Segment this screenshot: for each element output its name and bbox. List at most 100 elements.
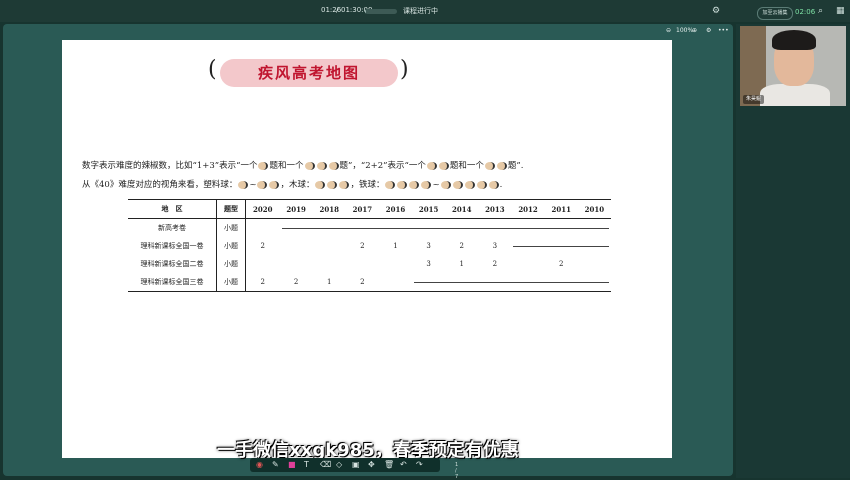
undo-icon[interactable]: ↶ [400, 460, 407, 469]
zoom-level: 100% [676, 27, 694, 34]
grid-icon[interactable]: ▦ [836, 6, 845, 16]
chili-icon [238, 180, 249, 189]
zoom-out-icon[interactable]: ⊖ [666, 27, 671, 34]
table-cell: 1 [326, 278, 332, 286]
eraser-icon[interactable]: ⌫ [320, 460, 331, 469]
chili-icon [316, 161, 327, 170]
table-header-row: 地 区 题型 2020 2019 2018 2017 2016 2015 201… [128, 199, 611, 219]
table-cell [246, 255, 280, 273]
table-cell: 3 [426, 242, 431, 250]
header-year: 2017 [352, 204, 373, 214]
table-cell [379, 273, 412, 292]
description-line-1: 数字表示难度的辣椒数，比如“1+3”表示“一个 题和一个 题”，“2+2”表示“一个… [82, 161, 524, 171]
header-year: 2019 [286, 204, 306, 214]
delete-icon[interactable]: 🗑 [384, 460, 394, 469]
row-region: 理科新课标全国二卷 [128, 255, 217, 273]
chili-icon [257, 180, 268, 189]
description-line-2: 从《40》难度对应的视角来看，塑料球： ~ ，木球： ，铁球： ~. [82, 180, 503, 190]
color-icon[interactable]: ■ [288, 460, 296, 469]
header-year: 2014 [452, 204, 472, 214]
chili-icon [440, 180, 451, 189]
settings-icon[interactable]: ⚙ [712, 6, 720, 16]
clock: 02:06 [795, 8, 816, 16]
table-cell [280, 255, 313, 273]
search-icon[interactable]: ⌕ [818, 6, 823, 16]
header-type: 题型 [216, 199, 246, 219]
table-row: 理科新课标全国二卷 小题 3 1 2 2 [128, 255, 611, 273]
header-year: 2015 [418, 204, 439, 214]
title-text: 疾风高考地图 [220, 59, 398, 87]
chili-icon [397, 180, 408, 189]
chili-icon [421, 180, 432, 189]
playback-progress-bar[interactable] [365, 9, 397, 14]
no-exam-dash [412, 273, 611, 292]
table-cell: 2 [260, 278, 265, 286]
top-bar: 01:26 / 01:30:00 课程进行中 ⚙ 加至云播集 02:06 ⌕ ▦ [0, 0, 850, 22]
row-type: 小题 [216, 218, 246, 237]
chili-icon [328, 161, 339, 170]
row-type: 小题 [216, 255, 246, 273]
chili-icon [315, 180, 326, 189]
table-cell: 2 [558, 260, 564, 268]
teacher-camera-feed: 朱昊鲲 [740, 26, 846, 106]
chili-icon [258, 161, 269, 170]
laser-icon[interactable]: ◉ [256, 460, 263, 469]
table-cell [346, 255, 379, 273]
table-cell: 2 [360, 242, 365, 250]
no-exam-dash [511, 237, 611, 255]
time-separator: / [336, 6, 339, 14]
chili-icon [339, 180, 350, 189]
move-icon[interactable]: ✥ [368, 460, 375, 469]
table-cell [313, 255, 346, 273]
chili-icon [496, 161, 507, 170]
table-cell: 2 [260, 242, 265, 250]
gear-icon[interactable]: ⚙ [706, 27, 711, 34]
chili-icon [409, 180, 420, 189]
table-cell: 3 [426, 260, 431, 268]
table-row: 理科新课标全国三卷 小题 2 2 1 2 [128, 273, 611, 292]
table-cell [313, 237, 346, 255]
table-cell [511, 255, 544, 273]
table-row: 新高考卷 小题 [128, 218, 611, 238]
document-toolbar: ⊖ 100% ⊕ ⚙ ••• [660, 27, 730, 39]
chili-icon [488, 180, 499, 189]
header-year: 2010 [584, 204, 605, 214]
table-cell: 2 [492, 260, 498, 268]
table-cell: 3 [492, 242, 498, 250]
chili-icon [452, 180, 463, 189]
table-cell [379, 255, 412, 273]
chili-icon [327, 180, 338, 189]
page-indicator: 1 / 7 [455, 462, 459, 480]
header-year: 2011 [551, 204, 571, 214]
redo-icon[interactable]: ↷ [416, 460, 423, 469]
header-region: 地 区 [128, 199, 217, 219]
table-row: 理科新课标全国一卷 小题 2 2 1 3 2 3 [128, 237, 611, 255]
teacher-name-tag: 朱昊鲲 [743, 95, 765, 104]
row-region: 理科新课标全国一卷 [128, 237, 217, 255]
shape-icon[interactable]: ◇ [336, 460, 342, 469]
pen-icon[interactable]: ✎ [272, 460, 279, 469]
row-type: 小题 [216, 273, 246, 292]
text-icon[interactable]: T [304, 460, 309, 469]
chili-icon [476, 180, 487, 189]
add-to-collection-button[interactable]: 加至云播集 [757, 7, 793, 20]
table-cell [246, 219, 280, 238]
table-cell: 2 [293, 278, 299, 286]
header-year: 2013 [485, 204, 505, 214]
chili-icon [464, 180, 475, 189]
title-bracket-left: ( [208, 57, 217, 82]
header-year: 2012 [518, 204, 538, 214]
difficulty-table: 地 区 题型 2020 2019 2018 2017 2016 2015 201… [128, 199, 611, 292]
zoom-in-icon[interactable]: ⊕ [692, 27, 697, 34]
image-icon[interactable]: ▣ [352, 460, 360, 469]
table-cell: 1 [459, 260, 464, 268]
bottom-toolbar: ◉ ✎ ■ T ⌫ ◇ ▣ ✥ 🗑 ↶ ↷ 1 / 7 [250, 458, 458, 480]
chili-icon [304, 161, 315, 170]
chili-icon [426, 161, 437, 170]
header-year: 2020 [253, 204, 273, 214]
chili-icon [385, 180, 396, 189]
table-cell [578, 255, 611, 273]
document-title: ( 疾风高考地图 ) [208, 57, 409, 90]
more-icon[interactable]: ••• [718, 27, 729, 34]
chili-icon [438, 161, 449, 170]
